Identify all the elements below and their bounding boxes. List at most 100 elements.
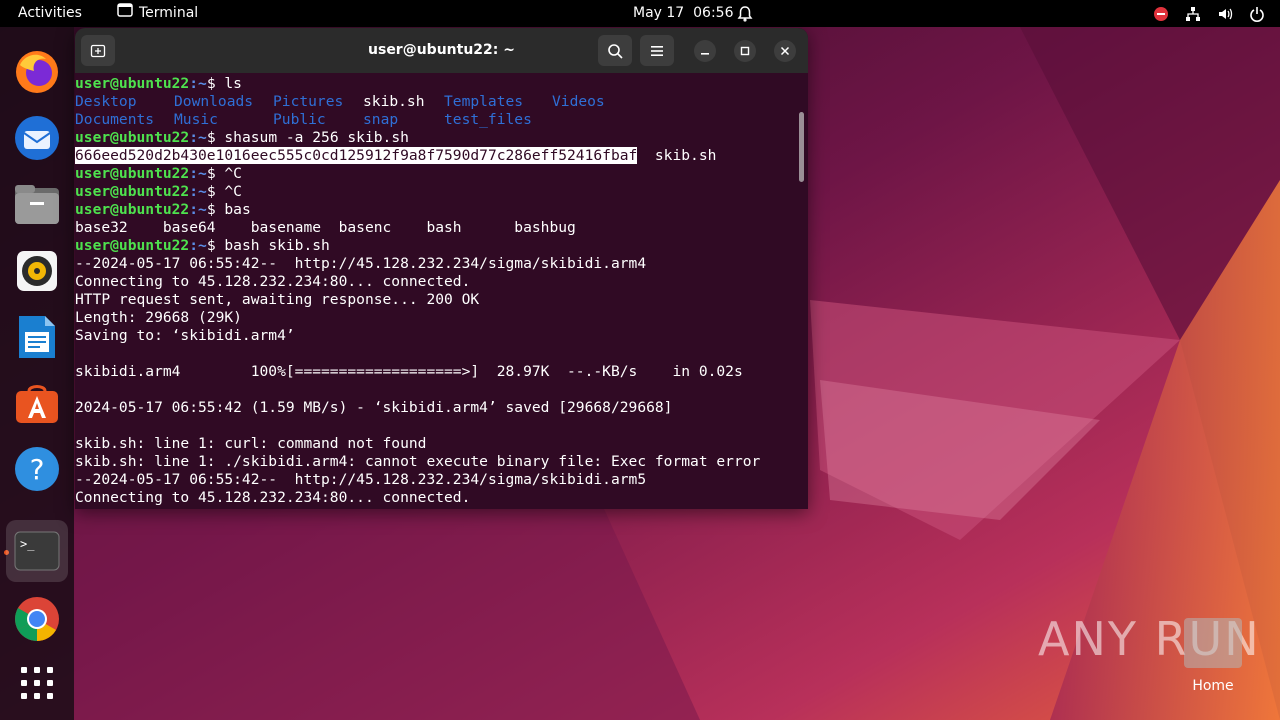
terminal-line: Connecting to 45.128.232.234:80... conne…	[75, 273, 797, 291]
terminal-output[interactable]: user@ubuntu22:~$ ls Desktop Downloads Pictu…	[75, 73, 797, 509]
output-text: base32 base64 basename basenc bash bashb…	[75, 219, 576, 236]
ls-directory-entry: snap	[363, 111, 399, 128]
search-icon	[608, 43, 623, 59]
prompt-path: :~	[189, 75, 207, 92]
prompt-path: :~	[189, 183, 207, 200]
menu-button[interactable]	[640, 35, 674, 66]
ls-directory-entry: Public	[273, 111, 326, 128]
terminal-scrollbar[interactable]	[799, 112, 804, 182]
terminal-line: HTTP request sent, awaiting response... …	[75, 291, 797, 309]
libreoffice-writer-icon	[19, 316, 55, 358]
terminal-line: Connecting to 45.128.232.234:80... conne…	[75, 489, 797, 507]
network-icon[interactable]	[1184, 0, 1202, 27]
thunderbird-icon	[15, 116, 59, 160]
prompt-symbol: $	[206, 183, 225, 200]
terminal-line: skib.sh: line 1: curl: command not found	[75, 435, 797, 453]
terminal-line: Saving to: ‘skibidi.arm4’	[75, 327, 797, 345]
minimize-button[interactable]	[694, 40, 716, 62]
files-icon	[15, 185, 59, 224]
terminal-line: Documents Music Public snap test_files	[75, 111, 797, 129]
chrome-icon	[15, 597, 59, 641]
libreoffice-writer-launcher[interactable]	[11, 311, 63, 363]
command-text: shasum -a 256 skib.sh	[224, 129, 409, 146]
terminal-line: user@ubuntu22:~$ bas	[75, 201, 797, 219]
clock[interactable]: May 17 06:56	[633, 0, 733, 27]
command-text: ^C	[224, 183, 242, 200]
firefox-icon	[16, 51, 58, 93]
ls-directory-entry: Videos	[552, 93, 605, 110]
app-menu[interactable]: Terminal	[117, 0, 198, 27]
terminal-line: user@ubuntu22:~$ ^C	[75, 165, 797, 183]
ls-directory-entry: Pictures	[273, 93, 344, 110]
output-text: Saving to: ‘skibidi.arm4’	[75, 327, 295, 344]
prompt-path: :~	[189, 201, 207, 218]
prompt-symbol: $	[206, 165, 225, 182]
command-text: bash skib.sh	[224, 237, 330, 254]
close-button[interactable]	[774, 40, 796, 62]
search-button[interactable]	[598, 35, 632, 66]
notification-bell-icon[interactable]	[737, 0, 753, 27]
output-text: 2024-05-17 06:55:42 (1.59 MB/s) - ‘skibi…	[75, 399, 673, 416]
prompt-symbol: $	[206, 201, 225, 218]
date-label: May 17	[633, 5, 685, 21]
prompt-symbol: $	[206, 237, 225, 254]
terminal-line: user@ubuntu22:~$ shasum -a 256 skib.sh	[75, 129, 797, 147]
close-icon	[780, 46, 790, 56]
terminal-window: user@ubuntu22: ~ user@ubuntu22:~$ ls Desk…	[75, 28, 808, 509]
output-text: skib.sh: line 1: curl: command not found	[75, 435, 427, 452]
minimize-icon	[701, 53, 709, 55]
show-apps-icon	[21, 667, 53, 699]
terminal-app-icon	[117, 0, 133, 27]
help-icon: ?	[15, 447, 59, 491]
ls-directory-entry: Documents	[75, 111, 155, 128]
terminal-titlebar[interactable]: user@ubuntu22: ~	[75, 28, 808, 73]
hash-filename: skib.sh	[637, 147, 717, 164]
output-text: skib.sh: line 1: ./skibidi.arm4: cannot …	[75, 453, 761, 470]
app-name: Terminal	[139, 5, 199, 21]
top-bar: Activities Terminal May 17 06:56	[0, 0, 1280, 27]
app-center-launcher[interactable]	[11, 377, 63, 429]
power-icon[interactable]	[1248, 0, 1266, 27]
prompt-user: user@ubuntu22	[75, 201, 190, 218]
home-folder-label[interactable]: Home	[1188, 678, 1238, 694]
prompt-user: user@ubuntu22	[75, 165, 190, 182]
terminal-line: Length: 29668 (29K)	[75, 309, 797, 327]
prompt-symbol: $	[206, 75, 225, 92]
chrome-launcher[interactable]	[11, 593, 63, 645]
files-launcher[interactable]	[11, 179, 63, 231]
command-text: bas	[224, 201, 251, 218]
output-text: Connecting to 45.128.232.234:80... conne…	[75, 489, 471, 506]
terminal-line: user@ubuntu22:~$ bash skib.sh	[75, 237, 797, 255]
maximize-button[interactable]	[734, 40, 756, 62]
do-not-disturb-icon[interactable]	[1152, 0, 1170, 27]
prompt-symbol: $	[206, 129, 225, 146]
rhythmbox-launcher[interactable]	[11, 245, 63, 297]
system-tray[interactable]	[1152, 0, 1266, 27]
terminal-line: 666eed520d2b430e1016eec555c0cd125912f9a8…	[75, 147, 797, 165]
terminal-line: Desktop Downloads Pictures skib.sh Templates…	[75, 93, 797, 111]
home-folder-icon[interactable]	[1184, 618, 1242, 668]
prompt-path: :~	[189, 129, 207, 146]
thunderbird-launcher[interactable]	[11, 112, 63, 164]
output-text: --2024-05-17 06:55:42-- http://45.128.23…	[75, 471, 647, 488]
prompt-path: :~	[189, 237, 207, 254]
terminal-line: user@ubuntu22:~$ ^C	[75, 183, 797, 201]
firefox-launcher[interactable]	[11, 46, 63, 98]
hamburger-menu-icon	[651, 45, 663, 56]
time-label: 06:56	[693, 5, 734, 21]
terminal-line: --2024-05-17 06:55:42-- http://45.128.23…	[75, 471, 797, 489]
terminal-line: skib.sh: line 1: ./skibidi.arm4: cannot …	[75, 453, 797, 471]
volume-icon[interactable]	[1216, 0, 1234, 27]
ls-directory-entry: Desktop	[75, 93, 137, 110]
show-apps-button[interactable]	[11, 657, 63, 709]
activities-button[interactable]: Activities	[18, 0, 82, 27]
help-launcher[interactable]: ?	[11, 443, 63, 495]
terminal-launcher[interactable]: >_	[6, 520, 68, 582]
ls-directory-entry: Downloads	[174, 93, 254, 110]
command-text: ^C	[224, 165, 242, 182]
svg-text:?: ?	[30, 453, 45, 486]
selected-hash[interactable]: 666eed520d2b430e1016eec555c0cd125912f9a8…	[75, 147, 638, 164]
prompt-user: user@ubuntu22	[75, 129, 190, 146]
